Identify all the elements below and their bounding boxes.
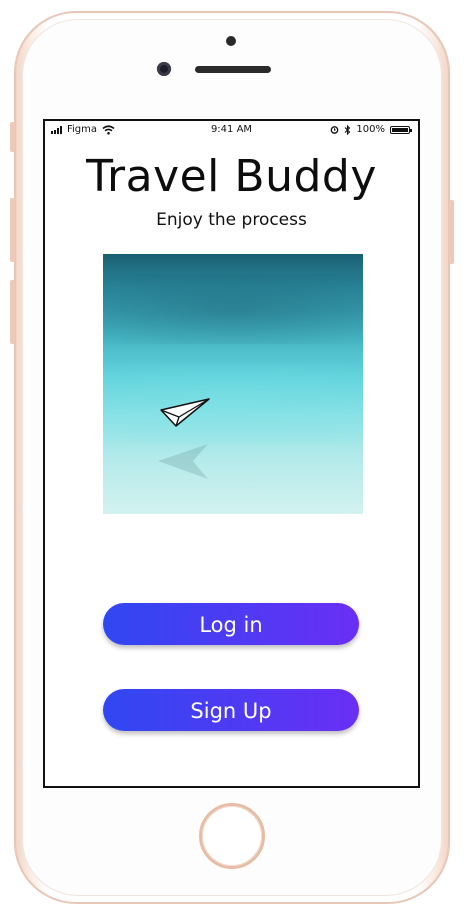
hero-image (103, 254, 363, 514)
signup-button[interactable]: Sign Up (103, 689, 359, 731)
app-title: Travel Buddy (86, 151, 377, 202)
mute-switch (10, 122, 15, 152)
status-bar: Figma 9:41 AM 100% (45, 121, 418, 141)
earpiece-speaker (195, 66, 271, 73)
power-button (449, 200, 454, 264)
login-button[interactable]: Log in (103, 603, 359, 645)
battery-icon (390, 125, 412, 134)
bluetooth-icon (345, 124, 351, 135)
volume-up-button (10, 198, 15, 262)
alarm-icon (331, 126, 339, 134)
battery-percent: 100% (356, 124, 385, 135)
proximity-sensor (226, 36, 236, 46)
app-screen: Figma 9:41 AM 100% Travel Buddy Enjoy th… (43, 119, 420, 788)
paper-plane-shadow-icon (158, 444, 208, 479)
status-right: 100% (330, 124, 412, 135)
home-button[interactable] (199, 803, 265, 869)
paper-plane-icon (160, 398, 210, 427)
front-camera (157, 62, 171, 76)
volume-down-button (10, 280, 15, 344)
app-subtitle: Enjoy the process (156, 210, 307, 230)
